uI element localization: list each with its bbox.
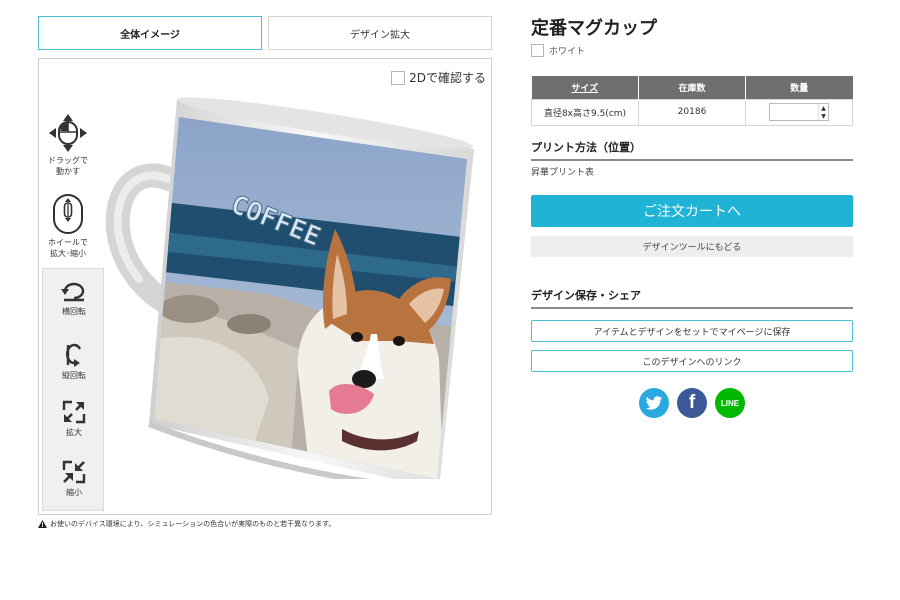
color-option-checkbox[interactable] (531, 44, 544, 57)
stepper-arrows[interactable]: ▲ ▼ (818, 104, 828, 120)
rotate-horizontal-label: 横回転 (62, 307, 86, 316)
size-cell: 直径8x高さ9.5(cm) (531, 98, 639, 126)
rotate-horizontal-button[interactable]: 横回転 (43, 281, 105, 317)
quantity-stepper[interactable]: ▲ ▼ (769, 103, 829, 121)
color-option-label: ホワイト (549, 47, 586, 57)
rotate-vertical-label: 縦回転 (62, 371, 86, 380)
twitter-bird-icon (645, 395, 663, 410)
stepper-up-icon[interactable]: ▲ (821, 105, 826, 112)
stock-table: サイズ 在庫数 数量 直径8x高さ9.5(cm) 20186 ▲ ▼ (531, 76, 853, 126)
drag-move-icon (49, 114, 87, 152)
preview-tabs: 全体イメージ デザイン拡大 (38, 16, 492, 50)
stock-header: 在庫数 (638, 76, 746, 99)
rotate-vertical-icon (66, 343, 82, 367)
mouse-wheel-icon (53, 194, 83, 234)
product-title: 定番マグカップ (531, 18, 657, 39)
zoom-out-button[interactable]: 縮小 (43, 460, 105, 498)
view-control-panel: 横回転 縦回転 拡大 縮小 (42, 268, 104, 511)
zoom-in-label: 拡大 (66, 428, 82, 437)
stock-cell: 20186 (638, 98, 746, 126)
tab-design-zoom[interactable]: デザイン拡大 (268, 16, 492, 50)
drag-hint-line-2: 動かす (56, 166, 80, 176)
color-disclaimer-text: お使いのデバイス環境により、シミュレーションの色合いが実際のものと若干異なります… (50, 520, 336, 528)
wheel-hint-line-2: 拡大･縮小 (50, 248, 86, 258)
print-method-value: 昇華プリント表 (531, 168, 595, 178)
twitter-share-button[interactable] (639, 388, 669, 418)
warning-icon (38, 520, 47, 528)
drag-hint-line-1: ドラッグで (48, 156, 88, 165)
rotate-vertical-button[interactable]: 縦回転 (43, 341, 105, 381)
rotate-horizontal-icon (61, 282, 85, 302)
mug-3d-render[interactable]: COFFEE (99, 79, 489, 479)
zoom-out-label: 縮小 (66, 488, 82, 497)
order-cart-button[interactable]: ご注文カートへ (531, 195, 853, 227)
facebook-share-button[interactable]: f (677, 388, 707, 418)
size-header-link[interactable]: サイズ (531, 76, 639, 99)
stepper-down-icon[interactable]: ▼ (821, 113, 826, 120)
wheel-hint: ホイールで 拡大･縮小 (45, 193, 91, 260)
tab-overview[interactable]: 全体イメージ (38, 16, 262, 50)
quantity-cell: ▲ ▼ (745, 98, 853, 126)
line-share-button[interactable]: LINE (715, 388, 745, 418)
save-to-mypage-button[interactable]: アイテムとデザインをセットでマイページに保存 (531, 320, 853, 342)
shrink-icon (62, 460, 86, 484)
table-row: 直径8x高さ9.5(cm) 20186 ▲ ▼ (531, 98, 853, 126)
design-link-button[interactable]: このデザインへのリンク (531, 350, 853, 372)
color-option-white[interactable]: ホワイト (531, 44, 585, 57)
mug-preview-area[interactable]: 2Dで確認する ドラッグで 動かす ホイールで 拡大･縮小 横回転 縦回転 拡大… (38, 58, 492, 515)
zoom-in-button[interactable]: 拡大 (43, 400, 105, 438)
print-method-heading: プリント方法（位置） (531, 139, 853, 161)
color-disclaimer: お使いのデバイス環境により、シミュレーションの色合いが実際のものと若干異なります… (38, 519, 335, 529)
drag-hint: ドラッグで 動かす (45, 113, 91, 178)
expand-icon (62, 400, 86, 424)
stock-table-header: サイズ 在庫数 数量 (531, 76, 853, 99)
back-to-design-tool-button[interactable]: デザインツールにもどる (531, 236, 853, 257)
wheel-hint-line-1: ホイールで (48, 238, 88, 247)
quantity-header: 数量 (745, 76, 853, 99)
save-share-heading: デザイン保存・シェア (531, 287, 853, 309)
